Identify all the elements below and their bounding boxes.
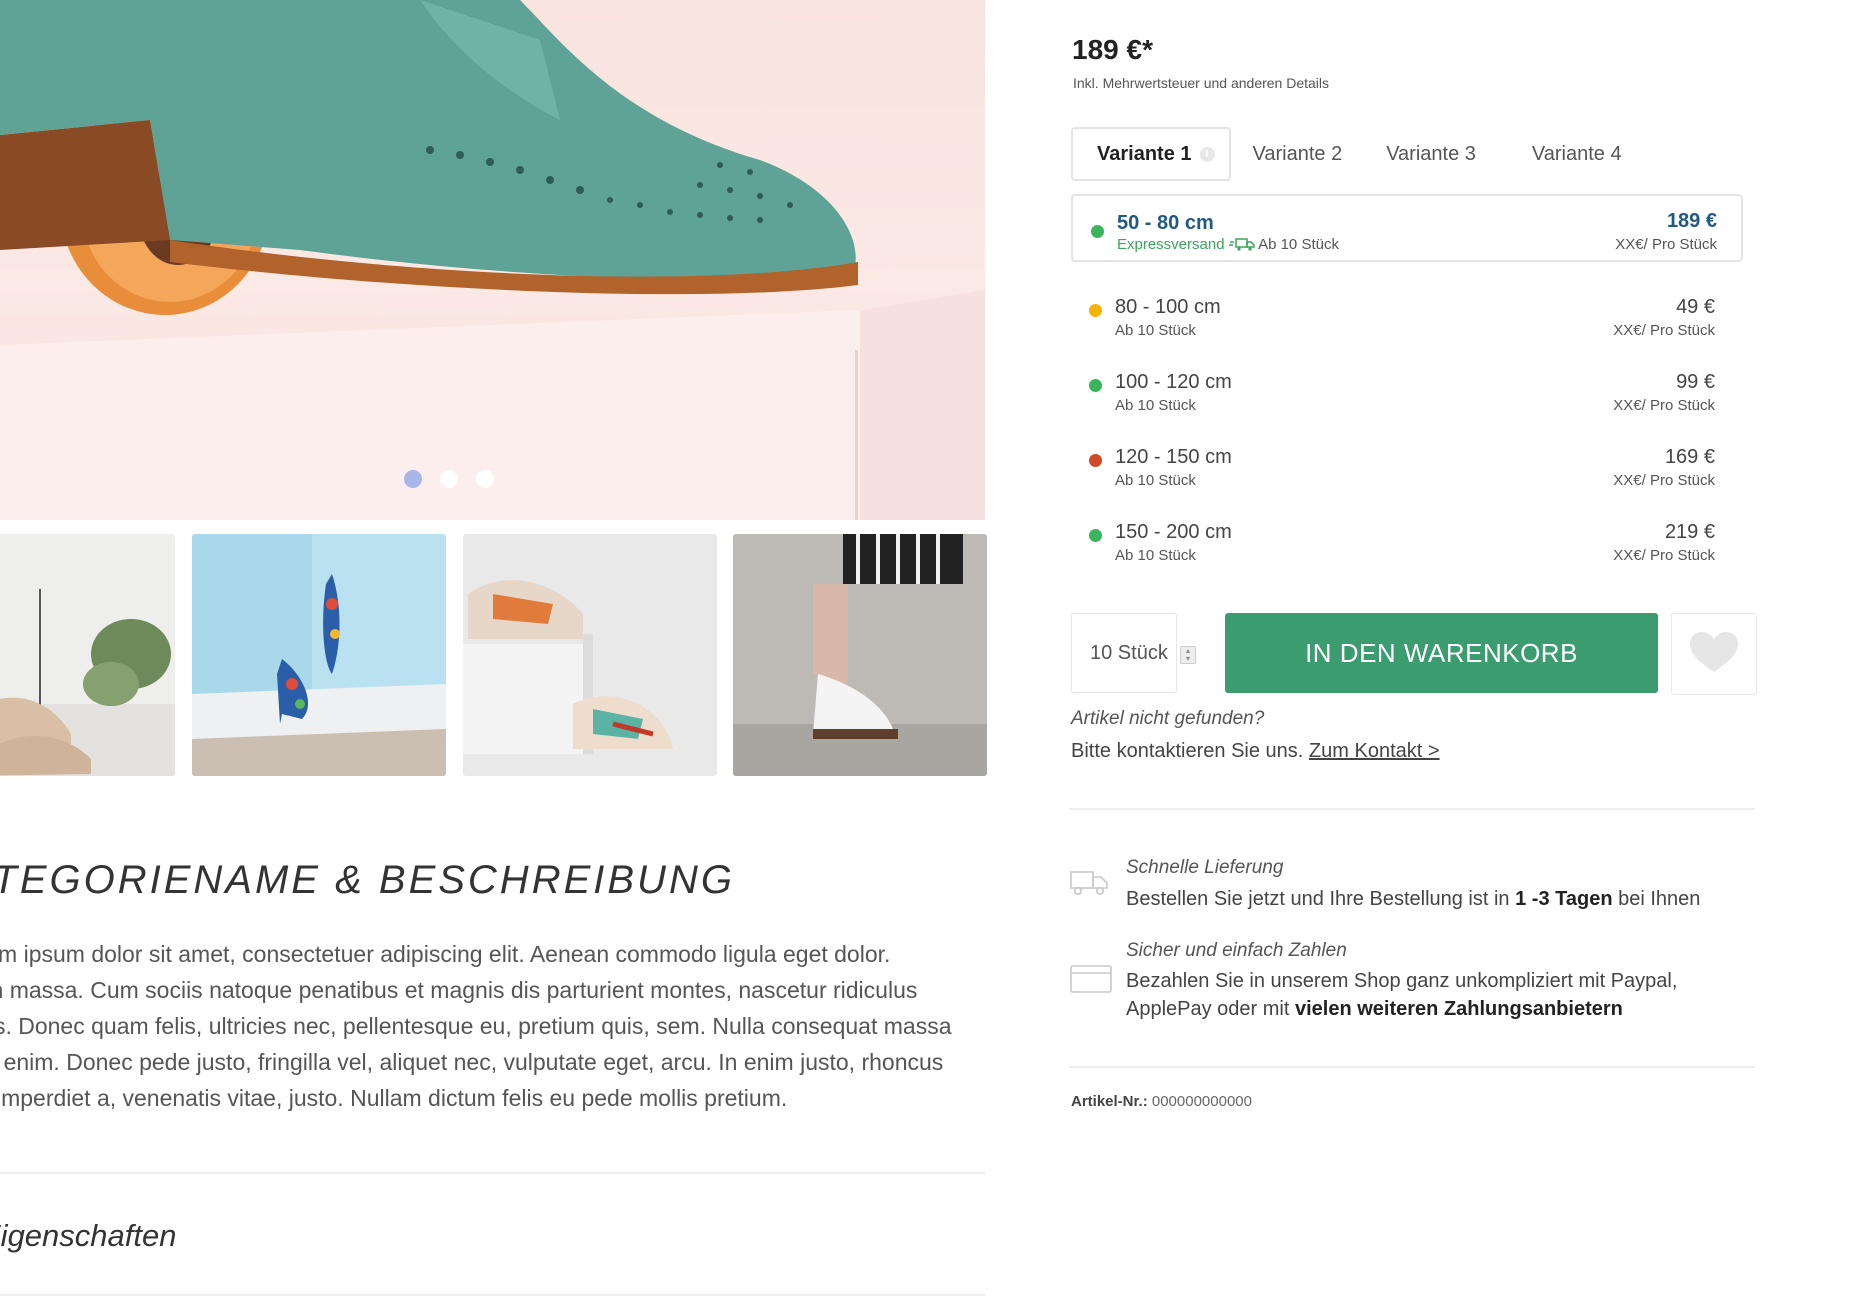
contact-line: Bitte kontaktieren Sie uns. Zum Kontakt … (1071, 740, 1440, 763)
carousel-dots (404, 470, 494, 488)
info-icon[interactable]: i (1199, 146, 1215, 162)
quantity-stepper[interactable]: 10 Stück ▴ ▾ (1071, 613, 1196, 693)
variant-size: 100 - 120 cm (1115, 371, 1232, 393)
thumbnail-3[interactable] (463, 534, 717, 776)
product-price: 189 €* (1072, 34, 1153, 65)
divider (0, 1294, 985, 1296)
variant-unit-price: XX€/ Pro Stück (1613, 322, 1715, 339)
properties-heading[interactable]: Eigenschaften (0, 1218, 176, 1254)
credit-card-icon (1070, 965, 1112, 998)
platform-shoes-photo (733, 534, 987, 776)
beige-brogues-plant-photo (0, 534, 175, 776)
variant-option[interactable]: 120 - 150 cm Ab 10 Stück 169 € XX€/ Pro … (1071, 442, 1739, 502)
availability-dot (1089, 379, 1102, 392)
tab-variante-4[interactable]: Variante 4 (1498, 129, 1644, 179)
variant-option[interactable]: 150 - 200 cm Ab 10 Stück 219 € XX€/ Pro … (1071, 517, 1739, 577)
description-line: mus. Donec quam felis, ultricies nec, pe… (0, 1013, 952, 1039)
description-line: Lorem ipsum dolor sit amet, consectetuer… (0, 941, 891, 967)
delivery-title: Schnelle Lieferung (1126, 857, 1284, 878)
express-label: Expressversand (1117, 236, 1225, 253)
floral-heels-photo (192, 534, 446, 776)
payment-title: Sicher und einfach Zahlen (1126, 940, 1347, 961)
sneakers-photo (463, 534, 717, 776)
description-title: KATEGORIENAME & BESCHREIBUNG (0, 858, 735, 902)
variant-min-quantity: Ab 10 Stück (1115, 397, 1196, 414)
variant-option-selected[interactable]: 50 - 80 cm Expressversand Ab 10 Stück 18… (1071, 194, 1743, 262)
price-note: Inkl. Mehrwertsteuer und anderen Details (1073, 75, 1330, 91)
variant-unit-price: XX€/ Pro Stück (1615, 236, 1717, 253)
contact-text: Bitte kontaktieren Sie uns. (1071, 740, 1304, 762)
variant-size: 80 - 100 cm (1115, 296, 1221, 318)
carousel-dot-3[interactable] (476, 470, 494, 488)
variant-min-quantity: Ab 10 Stück (1258, 236, 1339, 253)
truck-icon (1070, 868, 1110, 901)
quantity-value: 10 Stück (1090, 642, 1168, 664)
add-to-cart-button[interactable]: IN DEN WARENKORB (1225, 613, 1658, 693)
delivery-text: Bestellen Sie jetzt und Ihre Bestellung … (1126, 888, 1701, 910)
variant-min-quantity: Ab 10 Stück (1115, 322, 1196, 339)
variant-unit-price: XX€/ Pro Stück (1613, 397, 1715, 414)
variant-size: 120 - 150 cm (1115, 446, 1232, 468)
availability-dot (1089, 304, 1102, 317)
tab-variante-2[interactable]: Variante 2 (1231, 129, 1365, 179)
variant-price: 99 € (1676, 371, 1715, 393)
description-line: quis enim. Donec pede justo, fringilla v… (0, 1049, 944, 1075)
not-found-text: Artikel nicht gefunden? (1071, 708, 1265, 729)
variant-shipping: Expressversand Ab 10 Stück (1117, 236, 1339, 253)
carousel-dot-1[interactable] (404, 470, 422, 488)
heart-icon (1690, 632, 1738, 672)
variant-tabs: Variante 1 i Variante 2 Variante 3 Varia… (1071, 127, 1644, 181)
variant-unit-price: XX€/ Pro Stück (1613, 547, 1715, 564)
variant-price: 169 € (1664, 446, 1715, 468)
thumbnail-2[interactable] (192, 534, 446, 776)
availability-dot (1089, 454, 1102, 467)
description-line: Aenean massa. Cum sociis natoque penatib… (0, 977, 918, 1003)
variant-size: 150 - 200 cm (1115, 521, 1232, 543)
express-truck-icon (1228, 238, 1255, 251)
variant-option[interactable]: 100 - 120 cm Ab 10 Stück 99 € XX€/ Pro S… (1071, 367, 1739, 427)
contact-link[interactable]: Zum Kontakt > (1309, 740, 1440, 762)
variant-min-quantity: Ab 10 Stück (1115, 547, 1196, 564)
payment-text: Bezahlen Sie in unserem Shop ganz unkomp… (1126, 970, 1678, 1020)
description-line: ut, imperdiet a, venenatis vitae, justo.… (0, 1085, 788, 1111)
product-main-image[interactable] (0, 0, 985, 520)
green-brogue-shoe-photo (0, 0, 985, 520)
wishlist-button[interactable] (1671, 613, 1757, 695)
article-number: Artikel-Nr.: 000000000000 (1071, 1093, 1252, 1110)
variant-min-quantity: Ab 10 Stück (1115, 472, 1196, 489)
tab-label: Variante 1 (1097, 143, 1192, 165)
variant-unit-price: XX€/ Pro Stück (1613, 472, 1715, 489)
divider (0, 1172, 985, 1174)
variant-price: 49 € (1676, 296, 1715, 318)
thumbnail-1[interactable] (0, 534, 175, 776)
variant-price: 189 € (1666, 210, 1717, 232)
spinner-arrows-icon[interactable]: ▴ ▾ (1180, 646, 1196, 664)
variant-option[interactable]: 80 - 100 cm Ab 10 Stück 49 € XX€/ Pro St… (1071, 292, 1739, 352)
variant-size: 50 - 80 cm (1117, 212, 1214, 234)
availability-dot (1089, 529, 1102, 542)
availability-dot (1091, 225, 1104, 238)
thumbnail-4[interactable] (733, 534, 987, 776)
variant-price: 219 € (1664, 521, 1715, 543)
tab-variante-1[interactable]: Variante 1 i (1071, 127, 1231, 181)
tab-variante-3[interactable]: Variante 3 (1364, 129, 1498, 179)
description-body: Lorem ipsum dolor sit amet, consectetuer… (0, 936, 985, 1116)
carousel-dot-2[interactable] (440, 470, 458, 488)
divider (1069, 1066, 1755, 1068)
divider (1069, 808, 1755, 810)
